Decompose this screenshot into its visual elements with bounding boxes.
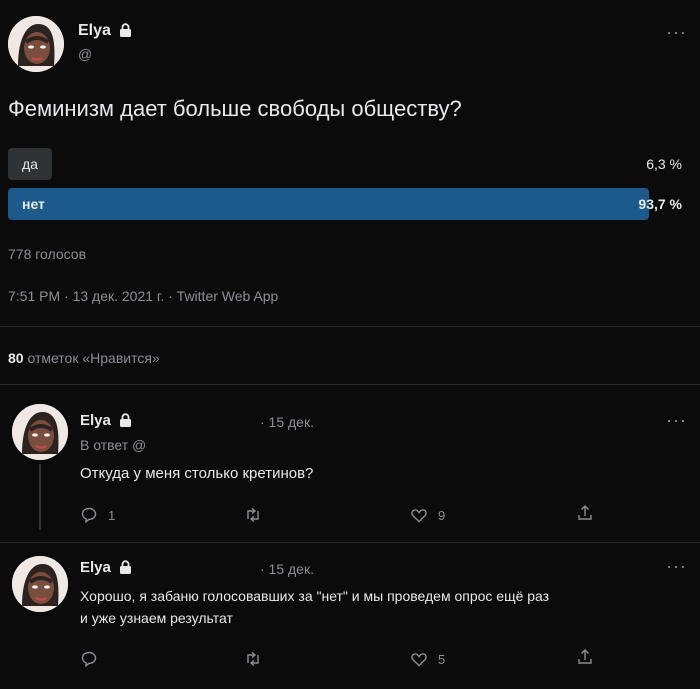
author-name-text: Elya	[78, 22, 111, 39]
more-icon[interactable]: ···	[666, 22, 687, 43]
reply-author[interactable]: Elya	[80, 412, 132, 429]
poll-option-label: да	[22, 156, 38, 172]
more-icon[interactable]: ···	[666, 410, 687, 431]
author-name[interactable]: Elya	[78, 22, 132, 40]
reply-text-line: и уже узнаем результат	[80, 610, 233, 626]
retweet-button[interactable]	[244, 506, 272, 524]
poll-option-yes: да 6,3 %	[8, 148, 692, 180]
reply-date[interactable]: · 15 дек.	[260, 561, 314, 577]
like-count: 5	[438, 651, 446, 667]
like-icon	[411, 509, 427, 523]
lock-icon	[120, 560, 132, 574]
reply-icon	[81, 507, 97, 524]
poll-bar-no	[8, 188, 649, 220]
like-count: 9	[438, 507, 446, 523]
share-icon	[578, 505, 592, 520]
avatar[interactable]	[8, 16, 64, 72]
retweet-icon	[247, 507, 259, 523]
share-button[interactable]	[576, 504, 594, 522]
divider	[0, 542, 700, 543]
like-button[interactable]: 9	[410, 506, 445, 524]
likes-count: 80	[8, 350, 24, 366]
reply-button[interactable]: 1	[80, 506, 115, 524]
poll-option-percent: 93,7 %	[638, 196, 682, 212]
post-timestamp[interactable]: 7:51 PM · 13 дек. 2021 г. · Twitter Web …	[8, 288, 278, 304]
poll-question: Феминизм дает больше свободы обществу?	[8, 96, 462, 121]
reply-author-text: Elya	[80, 559, 111, 576]
poll-option-label: нет	[22, 196, 45, 212]
reply-text: Хорошо, я забаню голосовавших за "нет" и…	[80, 585, 549, 629]
divider	[0, 326, 700, 327]
reply-author-text: Elya	[80, 412, 111, 429]
avatar[interactable]	[12, 404, 68, 460]
thread-line	[39, 464, 41, 530]
more-icon[interactable]: ···	[666, 556, 687, 577]
likes-label: отметок «Нравится»	[27, 350, 160, 366]
reply-icon	[81, 651, 97, 668]
avatar[interactable]	[12, 556, 68, 612]
reply-text-line: Хорошо, я забаню голосовавших за "нет" и…	[80, 588, 550, 604]
vote-count: 778 голосов	[8, 246, 87, 262]
share-button[interactable]	[576, 648, 594, 666]
divider	[0, 384, 700, 385]
poll-option-no: нет 93,7 %	[8, 188, 692, 220]
retweet-icon	[247, 651, 259, 667]
like-icon	[411, 653, 427, 667]
reply-text: Откуда у меня столько кретинов?	[80, 465, 314, 482]
author-handle[interactable]: @	[78, 46, 92, 62]
likes-summary[interactable]: 80 отметок «Нравится»	[8, 350, 160, 366]
reply-date[interactable]: · 15 дек.	[260, 414, 314, 430]
reply-count: 1	[108, 507, 116, 523]
reply-author[interactable]: Elya	[80, 559, 132, 576]
share-icon	[578, 649, 592, 664]
reply-button[interactable]	[80, 650, 108, 668]
lock-icon	[120, 23, 132, 37]
retweet-button[interactable]	[244, 650, 272, 668]
lock-icon	[120, 413, 132, 427]
like-button[interactable]: 5	[410, 650, 445, 668]
poll-option-percent: 6,3 %	[646, 156, 682, 172]
reply-to[interactable]: В ответ @	[80, 437, 146, 453]
